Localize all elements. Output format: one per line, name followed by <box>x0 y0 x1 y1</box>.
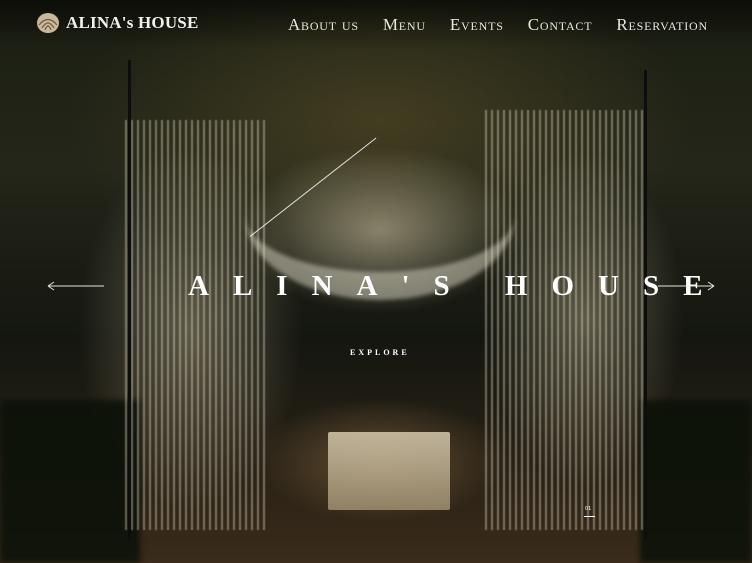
slide-progress-line <box>584 516 595 517</box>
nav-contact[interactable]: Contact <box>528 15 593 35</box>
explore-link[interactable]: EXPLORE <box>350 348 410 357</box>
nav-about-us[interactable]: About us <box>288 15 359 35</box>
logo-text: ALINA's HOUSE <box>66 13 199 32</box>
main-menu: About us Menu Events Contact Reservation <box>288 15 708 35</box>
shell-icon <box>37 13 59 33</box>
nav-menu[interactable]: Menu <box>383 15 426 35</box>
dining-table <box>328 432 450 510</box>
hero-title: ALINA'S HOUSE <box>188 270 727 302</box>
arrow-left-icon[interactable] <box>46 280 106 292</box>
nav-events[interactable]: Events <box>450 15 504 35</box>
arrow-right-icon[interactable] <box>656 280 716 292</box>
top-navigation: ALINA's HOUSE About us Menu Events Conta… <box>0 0 752 48</box>
pole-right <box>644 70 647 540</box>
slide-number: 01 <box>585 506 592 512</box>
nav-reservation[interactable]: Reservation <box>616 15 708 35</box>
hedge-left <box>0 400 140 563</box>
hedge-right <box>640 400 752 563</box>
light-curtain-left <box>125 120 265 530</box>
pole-left <box>128 60 131 540</box>
site-logo[interactable]: ALINA's HOUSE <box>36 12 199 34</box>
